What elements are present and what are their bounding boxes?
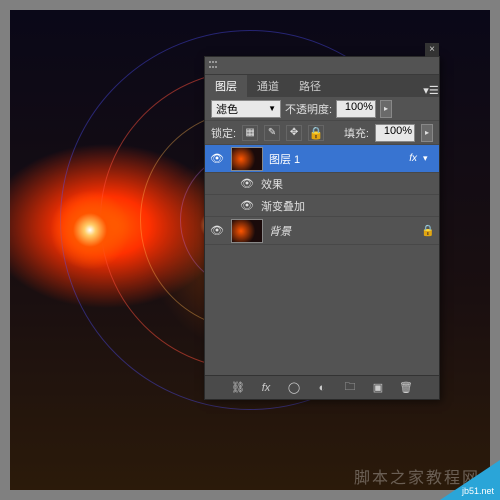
lock-icon: 🔒 [309,126,324,140]
delete-layer-icon[interactable]: 🗑 [397,379,415,397]
visibility-eye-icon[interactable]: 👁 [239,177,255,190]
layers-list: 👁 图层 1 fx ▾ 👁 效果 👁 渐变叠加 👁 背景 🔒 [205,145,439,375]
corner-badge-text: jb51.net [462,486,494,496]
tab-layers[interactable]: 图层 [205,75,247,97]
layer-effect-item[interactable]: 👁 渐变叠加 [205,195,439,217]
panel-menu-icon[interactable]: ▾☰ [423,84,439,97]
blend-mode-value: 滤色 [216,101,238,117]
visibility-eye-icon[interactable]: 👁 [239,199,255,212]
visibility-eye-icon[interactable]: 👁 [209,224,225,237]
layer-name[interactable]: 图层 1 [269,151,403,167]
lock-position-button[interactable]: ✥ [286,125,302,141]
lock-all-button[interactable]: 🔒 [308,125,324,141]
chevron-down-icon: ▼ [268,104,276,113]
opacity-stepper[interactable]: ▸ [380,100,392,118]
tab-paths[interactable]: 路径 [289,75,331,97]
lock-transparency-button[interactable]: ▦ [242,125,258,141]
lock-pixels-button[interactable]: ✎ [264,125,280,141]
link-layers-icon[interactable]: ⛓ [229,379,247,397]
tab-channels[interactable]: 通道 [247,75,289,97]
chevron-down-icon[interactable]: ▾ [423,153,435,164]
close-icon[interactable]: × [425,43,439,57]
lock-fill-row: 锁定: ▦ ✎ ✥ 🔒 填充: 100% ▸ [205,121,439,145]
fill-input[interactable]: 100% [375,124,415,142]
fill-label: 填充: [344,125,369,141]
layer-mask-icon[interactable]: ◯ [285,379,303,397]
lock-label: 锁定: [211,125,236,141]
panel-tabs: 图层 通道 路径 ▾☰ [205,75,439,97]
lock-icon: 🔒 [421,224,435,237]
fill-stepper[interactable]: ▸ [421,124,433,142]
effects-label: 效果 [261,176,435,192]
grip-icon [207,59,221,73]
layer-thumbnail[interactable] [231,219,263,243]
blend-opacity-row: 滤色 ▼ 不透明度: 100% ▸ [205,97,439,121]
layers-panel: × 图层 通道 路径 ▾☰ 滤色 ▼ 不透明度: 100% ▸ 锁定: ▦ ✎ … [204,56,440,400]
opacity-label: 不透明度: [285,101,332,117]
opacity-input[interactable]: 100% [336,100,376,118]
layer-effects-row[interactable]: 👁 效果 [205,173,439,195]
effect-gradient-overlay: 渐变叠加 [261,198,435,214]
layer-style-icon[interactable]: fx [257,379,275,397]
layer-row[interactable]: 👁 图层 1 fx ▾ [205,145,439,173]
panel-titlebar[interactable] [205,57,439,75]
artwork-flare [50,190,130,270]
layer-thumbnail[interactable] [231,147,263,171]
blend-mode-dropdown[interactable]: 滤色 ▼ [211,100,281,118]
adjustment-layer-icon[interactable]: ◐ [313,379,331,397]
fx-indicator[interactable]: fx [409,153,417,164]
layers-bottombar: ⛓ fx ◯ ◐ 🗀 ▣ 🗑 [205,375,439,399]
visibility-eye-icon[interactable]: 👁 [209,152,225,165]
new-layer-icon[interactable]: ▣ [369,379,387,397]
layer-row[interactable]: 👁 背景 🔒 [205,217,439,245]
layer-name[interactable]: 背景 [269,223,415,239]
layer-group-icon[interactable]: 🗀 [341,379,359,397]
